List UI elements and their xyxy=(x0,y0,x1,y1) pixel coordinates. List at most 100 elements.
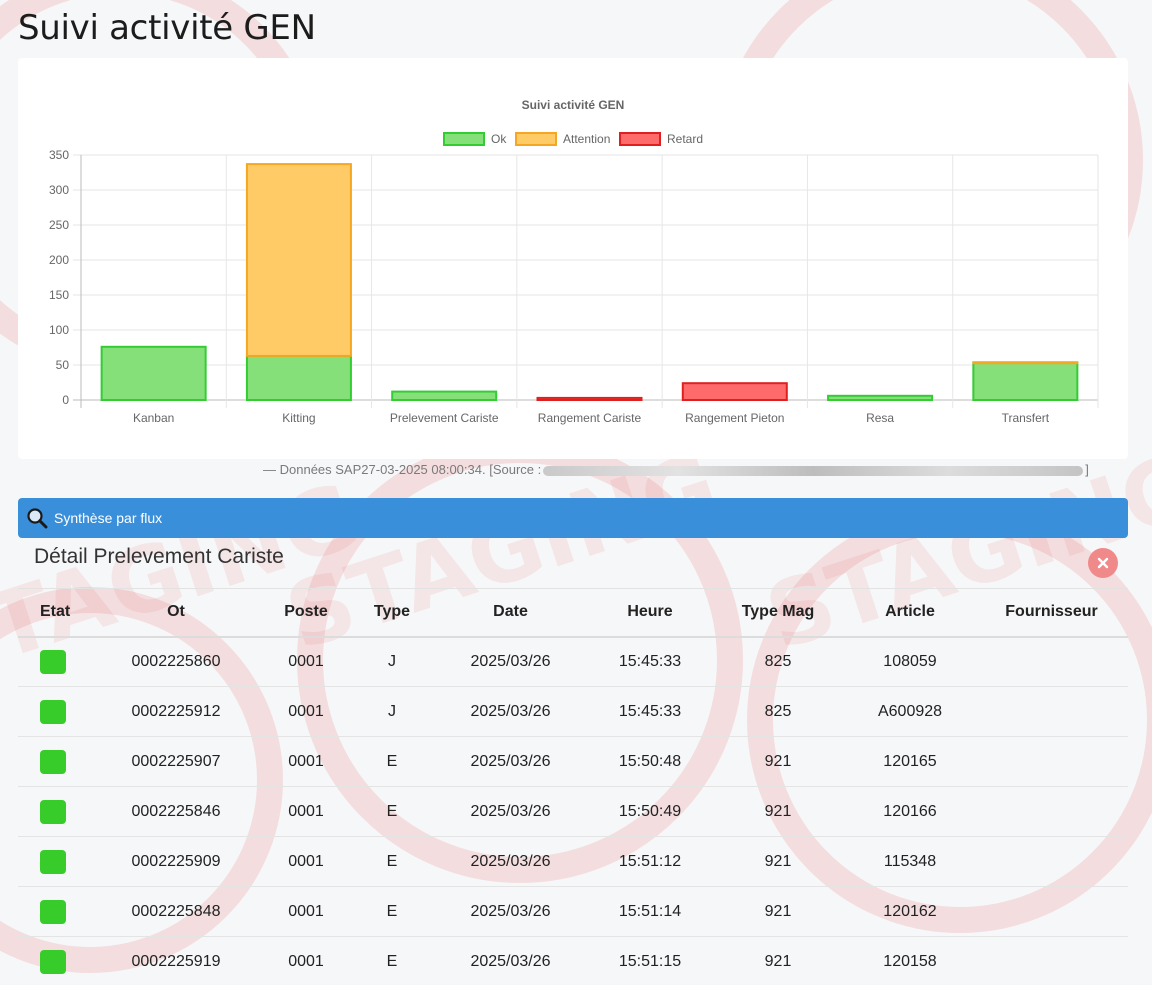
article-cell: 120166 xyxy=(845,786,975,837)
etat-cell xyxy=(18,886,92,937)
status-ok-indicator xyxy=(40,699,66,724)
legend-swatch-retard xyxy=(619,132,661,146)
table-row[interactable]: 0002225919 0001 E 2025/03/26 15:51:15 921 1201… xyxy=(18,936,1128,985)
column-header-poste[interactable]: Poste xyxy=(260,588,352,638)
date-cell: 2025/03/26 xyxy=(432,786,589,837)
y-tick-label: 300 xyxy=(49,183,69,197)
heure-cell: 15:51:15 xyxy=(589,936,711,985)
column-header-ot[interactable]: Ot xyxy=(92,588,260,638)
etat-cell xyxy=(18,936,92,985)
table-row[interactable]: 0002225909 0001 E 2025/03/26 15:51:12 921 1153… xyxy=(18,836,1128,887)
type-mag-cell: 921 xyxy=(711,786,845,837)
type-cell: J xyxy=(352,686,432,737)
poste-cell: 0001 xyxy=(260,636,352,687)
heure-cell: 15:50:48 xyxy=(589,736,711,787)
heure-cell: 15:45:33 xyxy=(589,636,711,687)
poste-cell: 0001 xyxy=(260,736,352,787)
type-mag-cell: 921 xyxy=(711,886,845,937)
close-detail-button[interactable] xyxy=(1088,548,1118,578)
source-line: — Données SAP27-03-2025 08:00:34. [Sourc… xyxy=(263,462,1128,480)
status-ok-indicator xyxy=(40,849,66,874)
status-ok-indicator xyxy=(40,649,66,674)
ot-cell: 0002225907 xyxy=(92,736,260,787)
column-header-type-mag[interactable]: Type Mag xyxy=(711,588,845,638)
poste-cell: 0001 xyxy=(260,936,352,985)
ot-cell: 0002225912 xyxy=(92,686,260,737)
source-text: — Données SAP27-03-2025 08:00:34. [Sourc… xyxy=(263,462,542,477)
column-header-article[interactable]: Article xyxy=(845,588,975,638)
article-cell: 108059 xyxy=(845,636,975,687)
column-header-date[interactable]: Date xyxy=(432,588,589,638)
table-row[interactable]: 0002225860 0001 J 2025/03/26 15:45:33 825 1080… xyxy=(18,636,1128,687)
redacted-source xyxy=(543,465,1084,476)
column-header-heure[interactable]: Heure xyxy=(589,588,711,638)
source-end: ] xyxy=(1085,462,1089,477)
activity-chart: Suivi activité GEN Ok Attention Retard 0 50 10… xyxy=(49,98,1099,425)
x-tick-label: Rangement Cariste xyxy=(538,411,642,425)
fournisseur-cell xyxy=(975,886,1128,937)
bar-resa-ok xyxy=(827,394,934,401)
status-ok-indicator xyxy=(40,799,66,824)
synthese-par-flux-label: Synthèse par flux xyxy=(54,510,163,526)
table-row[interactable]: 0002225846 0001 E 2025/03/26 15:50:49 921 1201… xyxy=(18,786,1128,837)
column-header-type[interactable]: Type xyxy=(352,588,432,638)
date-cell: 2025/03/26 xyxy=(432,886,589,937)
type-cell: E xyxy=(352,936,432,985)
detail-title: Détail Prelevement Cariste xyxy=(34,545,284,568)
article-cell: 115348 xyxy=(845,836,975,887)
y-tick-label: 150 xyxy=(49,288,69,302)
x-tick-label: Kanban xyxy=(133,411,174,425)
fournisseur-cell xyxy=(975,686,1128,737)
legend-swatch-attention xyxy=(515,132,557,146)
heure-cell: 15:51:14 xyxy=(589,886,711,937)
poste-cell: 0001 xyxy=(260,786,352,837)
table-row[interactable]: 0002225912 0001 J 2025/03/26 15:45:33 825 A600… xyxy=(18,686,1128,737)
legend-swatch-ok xyxy=(443,132,485,146)
type-mag-cell: 921 xyxy=(711,936,845,985)
table-row[interactable]: 0002225848 0001 E 2025/03/26 15:51:14 921 1201… xyxy=(18,886,1128,937)
page-title: Suivi activité GEN xyxy=(18,8,316,48)
x-tick-label: Prelevement Cariste xyxy=(390,411,499,425)
fournisseur-cell xyxy=(975,936,1128,985)
type-mag-cell: 825 xyxy=(711,636,845,687)
table-row[interactable]: 0002225907 0001 E 2025/03/26 15:50:48 921 1201… xyxy=(18,736,1128,787)
poste-cell: 0001 xyxy=(260,886,352,937)
status-ok-indicator xyxy=(40,899,66,924)
ot-cell: 0002225848 xyxy=(92,886,260,937)
etat-cell xyxy=(18,836,92,887)
article-cell: 120162 xyxy=(845,886,975,937)
date-cell: 2025/03/26 xyxy=(432,836,589,887)
y-tick-label: 200 xyxy=(49,253,69,267)
fournisseur-cell xyxy=(975,836,1128,887)
detail-table: Etat Ot Poste Type Date Heure Type Mag A… xyxy=(18,588,1128,985)
table-header-row: Etat Ot Poste Type Date Heure Type Mag A… xyxy=(18,588,1128,638)
fournisseur-cell xyxy=(975,736,1128,787)
type-cell: E xyxy=(352,786,432,837)
type-cell: E xyxy=(352,886,432,937)
ot-cell: 0002225909 xyxy=(92,836,260,887)
bar-transfert-attention xyxy=(972,361,1079,365)
chart-card: Suivi activité GEN Ok Attention Retard 0 50 10… xyxy=(18,58,1128,459)
ot-cell: 0002225919 xyxy=(92,936,260,985)
etat-cell xyxy=(18,786,92,837)
y-tick-label: 50 xyxy=(56,358,70,372)
bar-kitting-attention xyxy=(245,163,352,357)
close-icon xyxy=(1097,557,1109,569)
heure-cell: 15:50:49 xyxy=(589,786,711,837)
column-header-fournisseur[interactable]: Fournisseur xyxy=(975,588,1128,638)
type-mag-cell: 825 xyxy=(711,686,845,737)
synthese-par-flux-bar[interactable]: Synthèse par flux xyxy=(18,498,1128,538)
legend-label-ok: Ok xyxy=(491,132,507,146)
detail-table-body: 0002225860 0001 J 2025/03/26 15:45:33 825 1080… xyxy=(18,636,1128,985)
type-cell: E xyxy=(352,836,432,887)
type-mag-cell: 921 xyxy=(711,836,845,887)
bar-kanban-ok xyxy=(100,345,207,401)
type-cell: J xyxy=(352,636,432,687)
legend-label-attention: Attention xyxy=(563,132,610,146)
column-header-etat[interactable]: Etat xyxy=(18,588,92,638)
x-tick-label: Transfert xyxy=(1002,411,1050,425)
legend-label-retard: Retard xyxy=(667,132,703,146)
fournisseur-cell xyxy=(975,636,1128,687)
x-tick-label: Kitting xyxy=(282,411,315,425)
bar-rangement-cariste-retard xyxy=(536,396,643,401)
